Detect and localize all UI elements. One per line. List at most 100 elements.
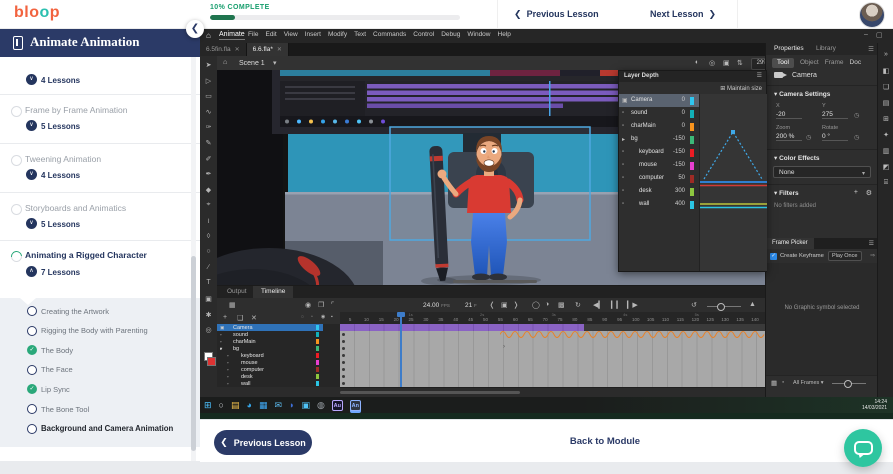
highlight-column-icon[interactable]: ◌: [301, 314, 304, 320]
tab-properties[interactable]: Properties: [774, 45, 804, 52]
timeline-layer-wall[interactable]: ▫wall: [217, 380, 323, 387]
clip-content-icon[interactable]: ▣: [723, 59, 730, 67]
onion-skin-icon[interactable]: ◯: [532, 301, 540, 309]
module-0-toggle[interactable]: ∨: [26, 74, 37, 85]
sublesson-6-label[interactable]: Background and Camera Animation: [41, 424, 173, 433]
panel-dock-icon-1[interactable]: ◧: [878, 67, 893, 75]
y-value-field[interactable]: 275: [822, 111, 848, 119]
new-folder-icon[interactable]: ❑: [237, 314, 243, 322]
expand-arrow-icon[interactable]: ▾: [220, 346, 222, 352]
panel-dock-icon-5[interactable]: ✦: [878, 131, 893, 139]
pause-icon[interactable]: ▎▎: [611, 301, 622, 309]
panel-menu-icon[interactable]: ☰: [868, 45, 874, 53]
animate-taskbar-icon[interactable]: An: [350, 400, 361, 411]
menu-edit[interactable]: Edit: [265, 31, 276, 38]
reset-timeline-zoom-icon[interactable]: ↺: [691, 301, 697, 309]
menu-help[interactable]: Help: [498, 31, 511, 38]
layer-depth-row-charMain[interactable]: ▫charMain0: [619, 120, 699, 133]
step-back-icon[interactable]: ❬: [489, 301, 495, 309]
delete-layer-icon[interactable]: ✕: [251, 314, 257, 322]
layer-depth-header[interactable]: Layer Depth ☰: [619, 71, 766, 82]
camera-column-icon[interactable]: ▫: [311, 314, 313, 320]
timeline-layer-Camera[interactable]: ▣Camera: [217, 324, 323, 331]
layer-depth-row-bg[interactable]: ▸bg-150: [619, 133, 699, 146]
rotate-value-field[interactable]: 0 °: [822, 133, 848, 141]
layer-depth-value[interactable]: 50: [678, 175, 685, 181]
keyframe-clock-icon[interactable]: ◷: [854, 134, 859, 141]
menu-text[interactable]: Text: [354, 31, 366, 38]
layer-depth-value[interactable]: 300: [675, 188, 685, 194]
oval-tool-icon[interactable]: ○: [200, 248, 217, 255]
lasso-tool-icon[interactable]: ∿: [200, 108, 217, 116]
close-icon[interactable]: ✕: [277, 46, 282, 53]
edge-taskbar-icon[interactable]: ◕: [247, 398, 252, 412]
animate-app-tab[interactable]: Animate: [219, 31, 245, 40]
mode-tool[interactable]: Tool: [772, 58, 794, 68]
paint-bucket-tool-icon[interactable]: ◊: [200, 233, 217, 240]
new-layer-icon[interactable]: +: [223, 314, 227, 321]
fluid-brush-tool-icon[interactable]: ✑: [200, 123, 217, 131]
steam-taskbar-icon[interactable]: ◍: [317, 398, 325, 412]
play-mode-select[interactable]: Play Once ▾: [828, 251, 862, 261]
step-forward-icon[interactable]: ❭: [513, 301, 519, 309]
edit-multiple-frames-icon[interactable]: ▩: [558, 301, 565, 309]
panel-dock-icon-3[interactable]: ▤: [878, 99, 893, 107]
sidebar-collapse-button[interactable]: ❮: [186, 20, 204, 38]
search-taskbar-icon[interactable]: ○: [219, 398, 224, 412]
layer-depth-value[interactable]: -150: [673, 162, 685, 168]
sublesson-3-label[interactable]: The Face: [41, 365, 73, 374]
close-icon[interactable]: ✕: [235, 46, 240, 53]
lesson-video-animate-screenshot[interactable]: ⌂ Animate FileEditViewInsertModifyTextCo…: [200, 28, 893, 419]
menu-window[interactable]: Window: [467, 31, 490, 38]
taskbar-clock[interactable]: 14:24 14/03/2021: [862, 399, 887, 411]
color-effects-header[interactable]: ▾ Color Effects: [774, 154, 820, 162]
selection-tool-icon[interactable]: ➤: [200, 61, 217, 69]
timeline-layer-computer[interactable]: ▫computer: [217, 366, 323, 373]
menu-insert[interactable]: Insert: [305, 31, 321, 38]
maintain-size-checkbox[interactable]: ⊞ Maintain size: [720, 85, 762, 92]
layer-depth-row-desk[interactable]: ▫desk300: [619, 185, 699, 198]
chevron-down-icon[interactable]: ▾: [273, 59, 277, 67]
menu-debug[interactable]: Debug: [441, 31, 460, 38]
line-tool-icon[interactable]: ∕: [200, 264, 217, 271]
keyframe-clock-icon[interactable]: ◷: [806, 134, 811, 141]
mail-taskbar-icon[interactable]: ✉: [274, 398, 282, 412]
paint-3d-taskbar-icon[interactable]: ◗: [289, 398, 294, 412]
create-keyframe-checkbox[interactable]: ✓: [770, 253, 777, 260]
tab-library[interactable]: Library: [816, 45, 836, 52]
menu-modify[interactable]: Modify: [328, 31, 347, 38]
bloop-logo[interactable]: bloop: [14, 4, 60, 22]
start-taskbar-icon[interactable]: ⊞: [204, 398, 212, 412]
camera-settings-header[interactable]: ▾ Camera Settings: [774, 90, 830, 98]
thumbnail-size-knob[interactable]: [844, 380, 852, 388]
layer-depth-value[interactable]: -150: [673, 136, 685, 142]
doc-tab-1[interactable]: 6.5fin.fla✕: [200, 43, 247, 56]
timeline-hscrollbar[interactable]: [340, 391, 520, 394]
timeline-size-icon[interactable]: ▲: [749, 301, 756, 308]
layer-depth-row-keyboard[interactable]: ▫keyboard-150: [619, 146, 699, 159]
bone-tool-icon[interactable]: ≀: [200, 217, 217, 225]
module-3-title[interactable]: Storyboards and Animatics: [25, 203, 126, 213]
photos-taskbar-icon[interactable]: ▣: [301, 398, 310, 412]
prev-frame-icon[interactable]: ◀▎: [593, 301, 604, 309]
maximize-icon[interactable]: ▢: [876, 31, 883, 39]
frame-picker-header[interactable]: Frame Picker ☰: [766, 238, 878, 249]
keyframe-clock-icon[interactable]: ◷: [854, 112, 859, 119]
filters-header[interactable]: ▾ Filters: [774, 189, 799, 197]
back-to-module-link[interactable]: Back to Module: [560, 436, 650, 447]
timeline-layer-bg[interactable]: ▸▾bg: [217, 345, 323, 352]
camera-tool-icon[interactable]: ▣: [200, 295, 217, 303]
sublesson-2-label[interactable]: The Body: [41, 346, 73, 355]
home-icon[interactable]: ⌂: [206, 31, 211, 40]
module-2-title[interactable]: Tweening Animation: [25, 154, 101, 164]
panel-dock-icon-8[interactable]: ⌸: [878, 179, 893, 187]
frame-filter-select[interactable]: All Frames ▾: [793, 380, 824, 386]
classic-brush-tool-icon[interactable]: ✎: [200, 139, 217, 147]
tab-output[interactable]: Output: [219, 286, 255, 298]
zoom-value-field[interactable]: 200 %: [776, 133, 802, 141]
tab-timeline[interactable]: Timeline: [253, 286, 293, 298]
list-view-icon[interactable]: ▪: [782, 379, 784, 386]
zoom-stepper-icon[interactable]: ⇅: [737, 59, 743, 67]
user-avatar[interactable]: [859, 2, 885, 28]
current-frame-display[interactable]: 21 F: [465, 302, 477, 309]
